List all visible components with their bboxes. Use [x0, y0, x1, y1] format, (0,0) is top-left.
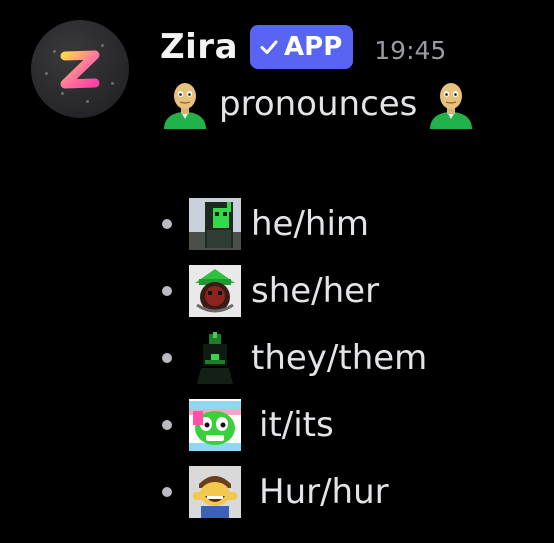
it-its-emoji-icon: [189, 398, 241, 451]
baldi-emoji-icon: [160, 79, 210, 129]
bullet: [162, 352, 172, 363]
hur-hur-emoji-icon: [189, 465, 241, 518]
they-them-emoji-icon: [189, 331, 241, 384]
bullet: [162, 218, 172, 229]
baldi-emoji-icon: [426, 79, 476, 129]
app-badge-label: APP: [284, 32, 343, 62]
list-item: it/its: [160, 391, 427, 458]
list-item: she/her: [160, 257, 427, 324]
he-him-emoji-icon: [189, 197, 241, 250]
pronoun-label: she/her: [251, 270, 380, 311]
message-title: pronounces: [160, 78, 476, 130]
app-badge: APP: [250, 25, 354, 69]
checkmark-icon: [259, 37, 279, 57]
pronoun-label: they/them: [251, 337, 428, 378]
list-item: they/them: [160, 324, 427, 391]
timestamp[interactable]: 19:45: [374, 36, 446, 65]
username[interactable]: Zira: [160, 27, 238, 67]
bullet: [162, 285, 172, 296]
title-text: pronounces: [219, 84, 418, 124]
avatar[interactable]: [31, 20, 129, 118]
pronoun-label: Hur/hur: [259, 471, 389, 512]
pronoun-label: he/him: [251, 203, 370, 244]
pronoun-list: he/him she/her they/them it/its Hur/hur: [160, 190, 427, 525]
she-her-emoji-icon: [189, 264, 241, 317]
pronoun-label: it/its: [259, 404, 334, 445]
zira-logo-icon: [60, 50, 100, 89]
list-item: he/him: [160, 190, 427, 257]
message-header: Zira APP 19:45: [160, 22, 446, 72]
bullet: [162, 419, 172, 430]
list-item: Hur/hur: [160, 458, 427, 525]
bullet: [162, 486, 172, 497]
